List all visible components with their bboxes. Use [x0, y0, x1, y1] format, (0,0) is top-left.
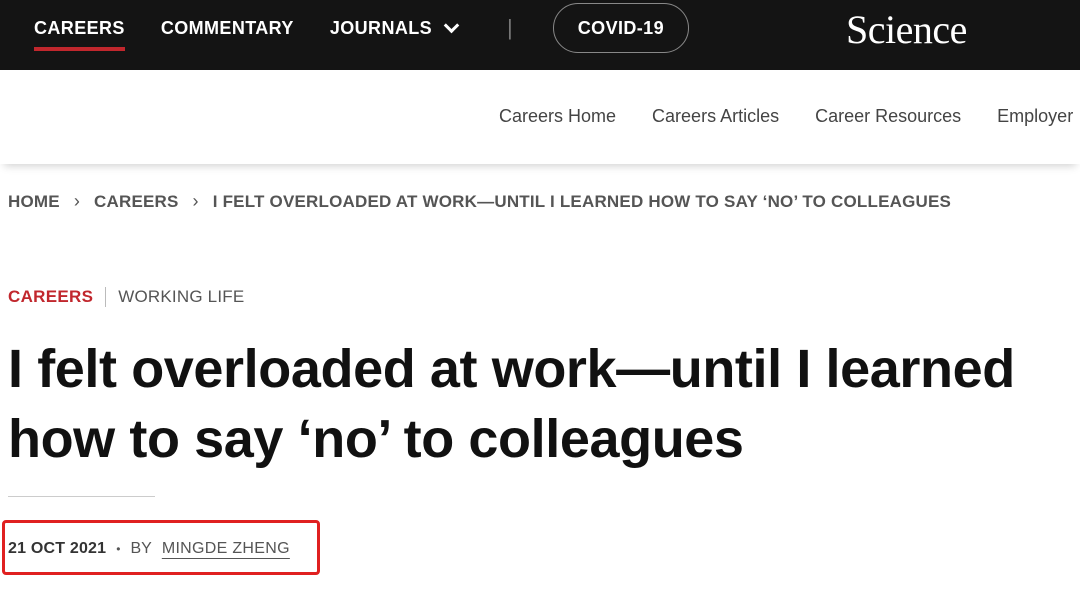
- covid-19-button[interactable]: COVID-19: [552, 3, 689, 53]
- meta-separator-dot: •: [116, 542, 121, 556]
- nav-item-label: COMMENTARY: [160, 17, 294, 38]
- nav-item-label: JOURNALS: [329, 17, 433, 38]
- careers-subnav: Careers Home Careers Articles Career Res…: [0, 70, 1080, 164]
- category-link[interactable]: CAREERS: [8, 287, 93, 307]
- byline-label: BY: [130, 540, 152, 557]
- article-title: I felt overloaded at work—until I learne…: [8, 334, 1068, 474]
- nav-item-journals[interactable]: JOURNALS: [329, 17, 460, 39]
- breadcrumb-careers[interactable]: CAREERS: [94, 192, 179, 212]
- subnav-link-careers-articles[interactable]: Careers Articles: [652, 106, 779, 127]
- article-categories: CAREERS WORKING LIFE: [8, 287, 244, 307]
- primary-nav: CAREERS COMMENTARY JOURNALS | COVID-19: [34, 0, 689, 56]
- article-meta: 21 OCT 2021 • BY MINGDE ZHENG: [8, 540, 290, 558]
- subnav-link-career-resources[interactable]: Career Resources: [815, 106, 961, 127]
- subcategory-link[interactable]: WORKING LIFE: [118, 287, 244, 307]
- breadcrumb-current: I FELT OVERLOADED AT WORK—UNTIL I LEARNE…: [212, 191, 952, 211]
- breadcrumb: HOME › CAREERS › I FELT OVERLOADED AT WO…: [8, 191, 951, 212]
- title-divider: [8, 496, 155, 497]
- chevron-right-icon: ›: [73, 191, 81, 211]
- author-link[interactable]: MINGDE ZHENG: [162, 540, 290, 558]
- nav-item-commentary[interactable]: COMMENTARY: [161, 18, 294, 39]
- category-divider: [105, 287, 107, 307]
- nav-separator: |: [507, 15, 513, 40]
- breadcrumb-home[interactable]: HOME: [8, 192, 60, 212]
- subnav-link-employer[interactable]: Employer: [997, 106, 1073, 127]
- science-logo[interactable]: Science: [846, 6, 967, 53]
- nav-item-label: CAREERS: [34, 17, 125, 38]
- nav-item-careers[interactable]: CAREERS: [34, 17, 125, 51]
- subnav-link-careers-home[interactable]: Careers Home: [499, 106, 616, 127]
- subnav-links: Careers Home Careers Articles Career Res…: [499, 106, 1080, 127]
- chevron-down-icon: [443, 17, 460, 33]
- top-nav-bar: CAREERS COMMENTARY JOURNALS | COVID-19 S…: [0, 0, 1080, 70]
- publish-date: 21 OCT 2021: [8, 540, 107, 557]
- covid-19-label: COVID-19: [577, 17, 664, 38]
- chevron-right-icon: ›: [192, 191, 199, 211]
- article-title-line-2: how to say ‘no’ to colleagues: [8, 409, 744, 469]
- article-title-line-1: I felt overloaded at work—until I learne…: [8, 339, 1015, 399]
